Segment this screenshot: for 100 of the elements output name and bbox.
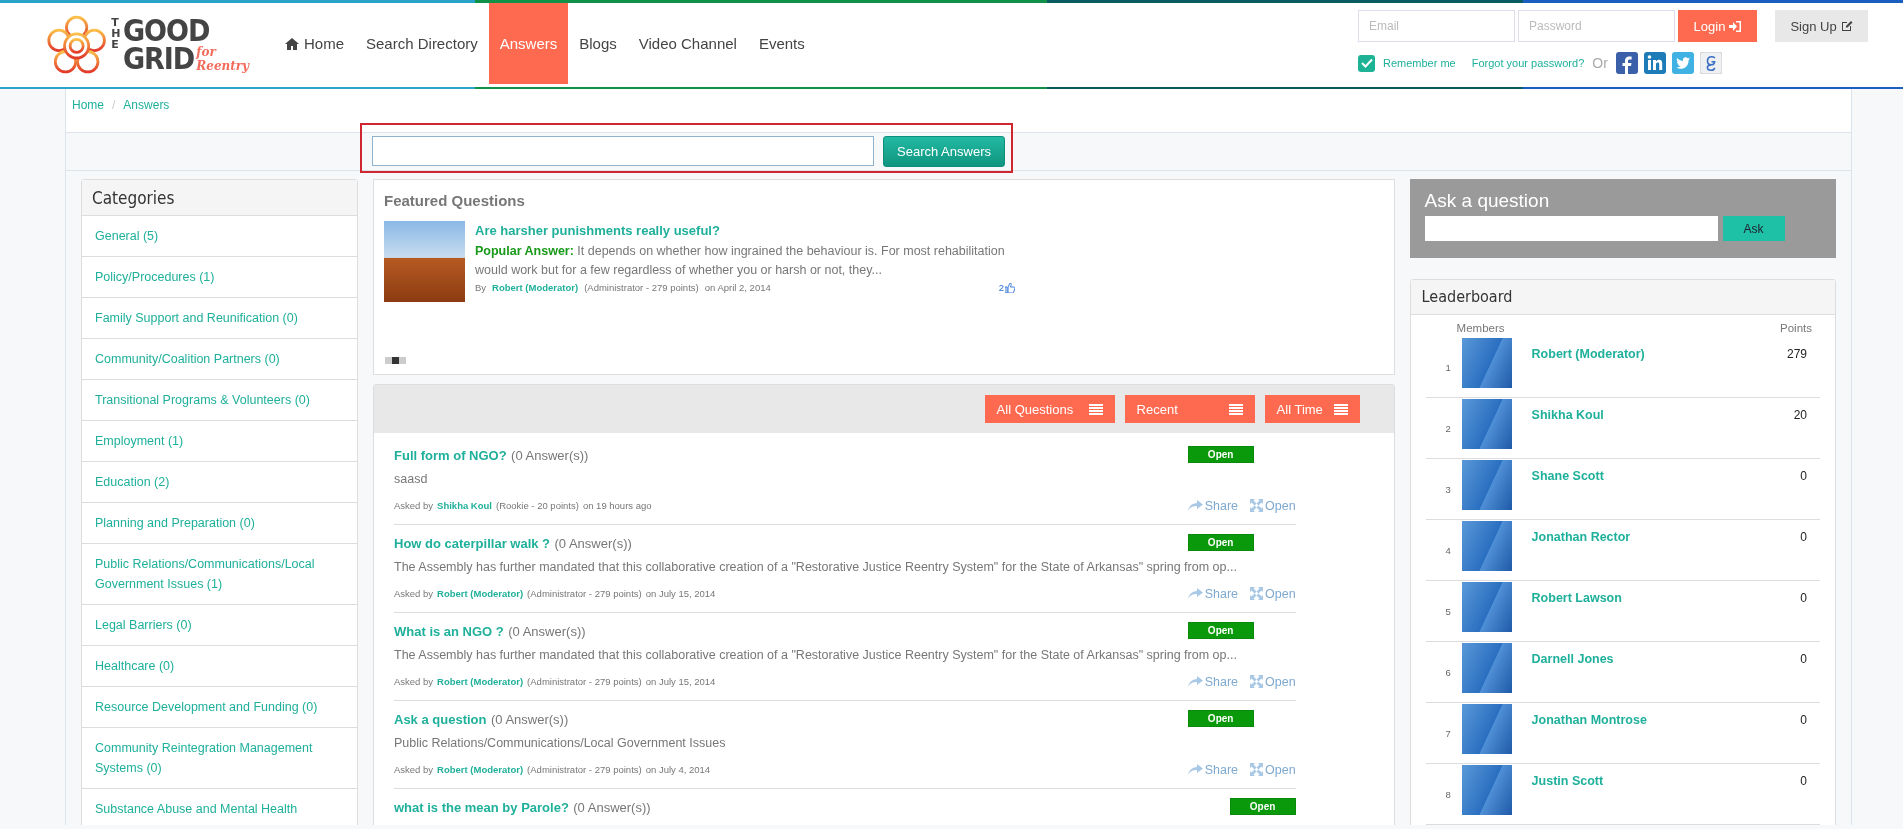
category-link[interactable]: Legal Barriers (0) bbox=[82, 605, 357, 646]
open-link[interactable]: Open bbox=[1250, 498, 1296, 513]
nav-link[interactable]: Video Channel bbox=[627, 3, 748, 84]
question-link[interactable]: what is the mean by Parole? bbox=[394, 800, 569, 815]
share-link[interactable]: Share bbox=[1187, 674, 1238, 689]
member-link[interactable]: Jonathan Rector bbox=[1531, 521, 1760, 544]
category-link[interactable]: Community Reintegration Management Systems (0) bbox=[82, 728, 357, 789]
author-link[interactable]: Robert (Moderator) bbox=[437, 676, 524, 688]
nav-link[interactable]: Events bbox=[747, 3, 816, 84]
filter-dropdown[interactable]: All Questions bbox=[984, 395, 1115, 423]
expand-icon bbox=[1250, 587, 1263, 601]
sign-up-button[interactable]: Sign Up bbox=[1775, 10, 1868, 42]
rank-number: 3 bbox=[1444, 484, 1452, 495]
category-link[interactable]: Planning and Preparation (0) bbox=[82, 503, 357, 544]
sign-in-icon bbox=[1729, 20, 1742, 32]
share-link[interactable]: Share bbox=[1187, 762, 1238, 777]
breadcrumb-link[interactable]: Answers bbox=[123, 98, 170, 112]
asked-by-label: Asked by bbox=[394, 500, 434, 512]
question-field[interactable] bbox=[1424, 216, 1718, 241]
rank-number: 4 bbox=[1444, 545, 1452, 556]
category-link[interactable]: Education (2) bbox=[82, 462, 357, 503]
author-role: (Administrator - 279 points) bbox=[527, 676, 642, 688]
category-link[interactable]: Public Relations/Communications/Local Government Issues (1) bbox=[82, 544, 357, 605]
status-badge: Open bbox=[1229, 798, 1296, 815]
filter-dropdown[interactable]: All Time bbox=[1264, 395, 1360, 423]
points-value: 0 bbox=[1799, 529, 1808, 544]
category-link[interactable]: Substance Abuse and Mental Health bbox=[82, 789, 357, 825]
open-link[interactable]: Open bbox=[1250, 674, 1296, 689]
nav-link[interactable]: Blogs bbox=[568, 3, 628, 84]
category-link[interactable]: General (5) bbox=[82, 216, 357, 257]
author-link[interactable]: Robert (Moderator) bbox=[492, 282, 579, 293]
search-answers-button[interactable]: Search Answers bbox=[883, 136, 1005, 167]
search-field[interactable] bbox=[372, 136, 874, 166]
remember-checkbox[interactable] bbox=[1358, 54, 1375, 72]
share-icon bbox=[1187, 500, 1203, 512]
rank-number: 1 bbox=[1444, 362, 1452, 373]
password-field[interactable]: Password bbox=[1518, 10, 1675, 42]
breadcrumb-separator: / bbox=[112, 98, 116, 112]
share-icon bbox=[1187, 764, 1203, 776]
panel-title: Ask a question bbox=[1424, 190, 1551, 212]
member-link[interactable]: Robert Lawson bbox=[1531, 582, 1760, 605]
author-link[interactable]: Robert (Moderator) bbox=[437, 764, 524, 776]
panel-heading: Categories bbox=[82, 180, 357, 216]
asked-by-label: Asked by bbox=[394, 588, 434, 600]
logo-text: THE bbox=[111, 17, 119, 50]
remember-me-label[interactable]: Remember me bbox=[1383, 57, 1456, 69]
share-link[interactable]: Share bbox=[1187, 586, 1238, 601]
member-link[interactable]: Shikha Koul bbox=[1531, 399, 1760, 422]
answer-count: (0 Answer(s)) bbox=[554, 536, 632, 551]
linkedin-icon[interactable] bbox=[1643, 52, 1666, 74]
open-link[interactable]: Open bbox=[1250, 762, 1296, 777]
category-link[interactable]: Employment (1) bbox=[82, 421, 357, 462]
category-link[interactable]: Policy/Procedures (1) bbox=[82, 257, 357, 298]
ask-button[interactable]: Ask bbox=[1722, 216, 1785, 241]
avatar-placeholder bbox=[1461, 338, 1512, 388]
author-link[interactable]: Robert (Moderator) bbox=[437, 588, 524, 600]
member-link[interactable]: Robert (Moderator) bbox=[1531, 338, 1760, 361]
filter-dropdown[interactable]: Recent bbox=[1124, 395, 1255, 423]
member-link[interactable]: Darnell Jones bbox=[1531, 643, 1760, 666]
expand-icon bbox=[1250, 675, 1263, 689]
login-button[interactable]: Login bbox=[1678, 10, 1757, 42]
question-link[interactable]: How do caterpillar walk ? bbox=[394, 536, 551, 551]
share-link[interactable]: Share bbox=[1187, 498, 1238, 513]
rank-number: 6 bbox=[1444, 667, 1452, 678]
google-icon[interactable] bbox=[1699, 52, 1722, 74]
rank-number: 8 bbox=[1444, 789, 1452, 800]
question-link[interactable]: Full form of NGO? bbox=[394, 448, 507, 463]
question-excerpt: The Assembly has further mandated that this collaborative creation of a "Restorative Justice Reentry System" for the State of Arkansas" spring from op... bbox=[394, 559, 1238, 576]
author-link[interactable]: Shikha Koul bbox=[437, 500, 492, 512]
post-date: on July 15, 2014 bbox=[645, 676, 716, 688]
member-link[interactable]: Shane Scott bbox=[1531, 460, 1760, 483]
breadcrumb-link[interactable]: Home bbox=[72, 98, 104, 112]
forgot-password-link[interactable]: Forgot your password? bbox=[1471, 57, 1585, 69]
category-link[interactable]: Resource Development and Funding (0) bbox=[82, 687, 357, 728]
thumbs-up-icon[interactable] bbox=[1005, 282, 1015, 293]
facebook-icon[interactable] bbox=[1615, 52, 1638, 74]
category-link[interactable]: Family Support and Reunification (0) bbox=[82, 298, 357, 339]
member-link[interactable]: Justin Scott bbox=[1531, 765, 1760, 788]
question-excerpt: Public Relations/Communications/Local Government Issues bbox=[394, 735, 727, 752]
twitter-icon[interactable] bbox=[1671, 52, 1694, 74]
question-link[interactable]: Are harsher punishments really useful? bbox=[475, 223, 720, 238]
panel-heading: Leaderboard bbox=[1410, 280, 1835, 315]
edit-icon bbox=[1840, 20, 1853, 32]
member-link[interactable]: Jonathan Montrose bbox=[1531, 704, 1760, 727]
question-link[interactable]: Ask a question bbox=[394, 712, 487, 727]
email-field[interactable]: Email bbox=[1358, 10, 1515, 42]
rank-number: 7 bbox=[1444, 728, 1452, 739]
question-link[interactable]: What is an NGO ? bbox=[394, 624, 504, 639]
category-link[interactable]: Community/Coalition Partners (0) bbox=[82, 339, 357, 380]
question-excerpt: The Assembly has further mandated that this collaborative creation of a "Restorative Justice Reentry System" for the State of Arkansas" spring from op... bbox=[394, 647, 1238, 664]
nav-link[interactable]: Home bbox=[274, 3, 355, 84]
nav-link[interactable]: Search Directory bbox=[355, 3, 489, 84]
avatar-placeholder bbox=[1461, 643, 1512, 693]
category-link[interactable]: Transitional Programs & Volunteers (0) bbox=[82, 380, 357, 421]
nav-link[interactable]: Answers bbox=[488, 3, 569, 84]
avatar-placeholder bbox=[1461, 399, 1512, 449]
rank-number: 5 bbox=[1444, 606, 1452, 617]
category-link[interactable]: Healthcare (0) bbox=[82, 646, 357, 687]
menu-icon bbox=[1088, 403, 1103, 415]
open-link[interactable]: Open bbox=[1250, 586, 1296, 601]
